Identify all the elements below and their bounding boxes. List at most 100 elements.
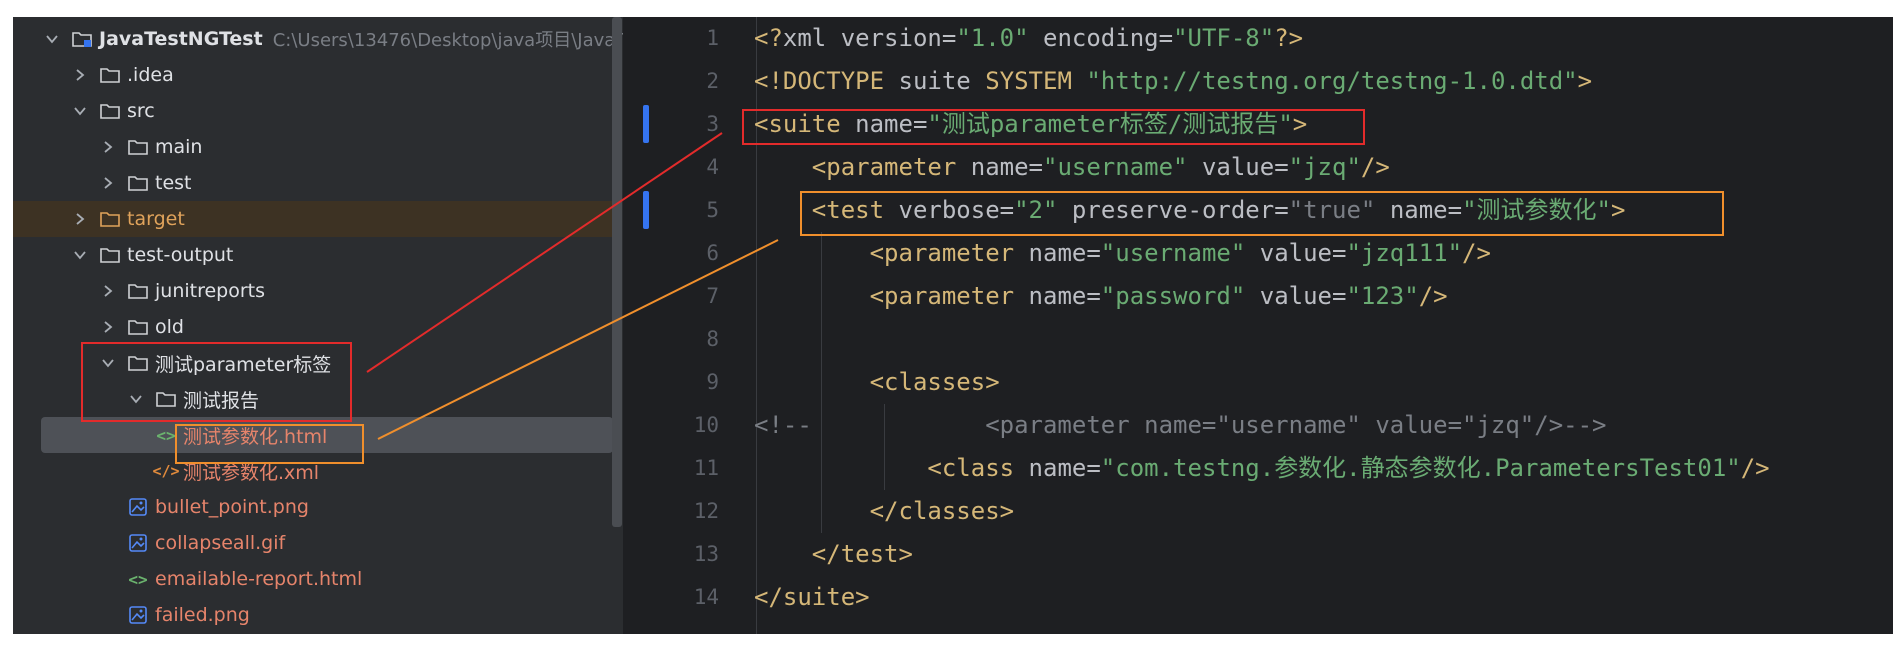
code-token: > xyxy=(1577,67,1593,95)
change-marker[interactable] xyxy=(643,191,649,229)
code-line[interactable]: <!-- <parameter name="username" value="j… xyxy=(754,404,1607,447)
code-token: /> xyxy=(1418,282,1448,310)
tree-item-label: target xyxy=(127,208,185,230)
code-token: "http://testng.org/testng-1.0.dtd" xyxy=(1086,67,1578,95)
code-line[interactable]: <?xml version="1.0" encoding="UTF-8"?> xyxy=(754,17,1303,60)
code-token: value xyxy=(1187,153,1275,181)
html-file-annotation-box xyxy=(175,424,364,464)
code-token: <? xyxy=(754,24,783,52)
tree-item[interactable]: bullet_point.png xyxy=(13,489,613,525)
chevron-right-icon[interactable] xyxy=(99,320,117,334)
line-number: 4 xyxy=(706,155,719,179)
suite-name-annotation-box xyxy=(742,109,1365,145)
code-token: = xyxy=(1332,239,1347,267)
tree-item-label: bullet_point.png xyxy=(155,496,309,518)
tree-scrollbar[interactable] xyxy=(612,17,622,527)
code-token: "jzq" xyxy=(1288,153,1361,181)
tree-item[interactable]: target xyxy=(13,201,613,237)
code-line[interactable]: <parameter name="password" value="123"/> xyxy=(754,275,1448,318)
tree-item[interactable]: old xyxy=(13,309,613,345)
line-number: 9 xyxy=(706,370,719,394)
code-token: <classes> xyxy=(869,368,1000,396)
code-line[interactable]: <parameter name="username" value="jzq"/> xyxy=(754,146,1390,189)
code-line[interactable]: <parameter name="username" value="jzq111… xyxy=(754,232,1491,275)
code-token: "123" xyxy=(1346,282,1419,310)
tree-item[interactable]: src xyxy=(13,93,613,129)
code-token: = xyxy=(1028,153,1043,181)
tree-item[interactable]: test-output xyxy=(13,237,613,273)
code-token: = xyxy=(1274,153,1289,181)
chevron-right-icon[interactable] xyxy=(99,140,117,154)
code-token: SYSTEM xyxy=(985,67,1087,95)
project-tree: JavaTestNGTest C:\Users\13476\Desktop\jav… xyxy=(13,17,651,634)
tree-item-label: collapseall.gif xyxy=(155,532,286,554)
code-line[interactable]: <classes> xyxy=(754,361,1000,404)
code-token: /> xyxy=(1462,239,1491,267)
chevron-right-icon[interactable] xyxy=(99,176,117,190)
code-token: /> xyxy=(1740,454,1770,482)
tree-item[interactable]: failed.png xyxy=(13,597,613,633)
folder-icon xyxy=(99,101,121,121)
html-file-icon: <> xyxy=(128,569,148,589)
project-path: C:\Users\13476\Desktop\java项目\JavaTest xyxy=(272,30,651,51)
code-token: = xyxy=(1086,239,1101,267)
chevron-right-icon[interactable] xyxy=(71,68,89,82)
chevron-down-icon[interactable] xyxy=(71,248,89,262)
code-token: "username" xyxy=(1043,153,1188,181)
folder-icon xyxy=(127,173,149,193)
chevron-down-icon[interactable] xyxy=(71,104,89,118)
code-line[interactable]: </classes> xyxy=(754,490,1015,533)
code-token: <!DOCTYPE xyxy=(754,67,899,95)
tree-item[interactable]: <> emailable-report.html xyxy=(13,561,613,597)
tree-item-label: test xyxy=(155,172,192,194)
code-token: <parameter xyxy=(869,239,1029,267)
test-name-annotation-box xyxy=(800,191,1724,236)
code-token: "jzq111" xyxy=(1346,239,1463,267)
code-token: <!-- <parameter name="username" value="j… xyxy=(754,411,1607,439)
code-line[interactable]: </suite> xyxy=(754,576,870,619)
chevron-right-icon[interactable] xyxy=(99,284,117,298)
code-token: <class xyxy=(927,454,1029,482)
code-token: <parameter xyxy=(811,153,971,181)
code-token: = xyxy=(1086,454,1101,482)
tree-item-label: failed.png xyxy=(155,604,250,626)
line-number: 1 xyxy=(706,26,719,50)
chevron-down-icon[interactable] xyxy=(43,32,61,46)
folder-icon xyxy=(127,137,149,157)
tree-item-label: old xyxy=(155,316,184,338)
line-number: 2 xyxy=(706,69,719,93)
tree-item-label: main xyxy=(155,136,203,158)
html-file-icon: <> xyxy=(156,425,176,445)
folder-icon xyxy=(99,65,121,85)
code-line[interactable]: </test> xyxy=(754,533,913,576)
tree-item[interactable]: junitreports xyxy=(13,273,613,309)
code-token: </classes> xyxy=(869,497,1015,525)
xml-file-icon: </> xyxy=(152,462,180,480)
code-token: </test> xyxy=(811,540,913,568)
line-number: 11 xyxy=(693,456,719,480)
line-number: 12 xyxy=(693,499,719,523)
tree-item-label: JavaTestNGTest xyxy=(99,28,263,50)
chevron-right-icon[interactable] xyxy=(71,212,89,226)
image-file-icon xyxy=(127,605,149,625)
code-token: value xyxy=(1245,239,1332,267)
code-token: = xyxy=(1332,282,1347,310)
code-token: name xyxy=(1028,454,1087,482)
code-line[interactable]: <!DOCTYPE suite SYSTEM "http://testng.or… xyxy=(754,60,1592,103)
code-line[interactable]: <class name="com.testng.参数化.静态参数化.Parame… xyxy=(754,447,1770,490)
change-marker[interactable] xyxy=(643,105,649,143)
tree-item[interactable]: main xyxy=(13,129,613,165)
tree-item[interactable]: JavaTestNGTest C:\Users\13476\Desktop\jav… xyxy=(13,21,651,57)
folder-icon xyxy=(127,281,149,301)
folder-icon xyxy=(99,245,121,265)
code-token: ?> xyxy=(1274,24,1304,52)
tree-item[interactable]: test xyxy=(13,165,613,201)
code-token: = xyxy=(1086,282,1101,310)
tree-item[interactable]: .idea xyxy=(13,57,613,93)
tree-item[interactable]: collapseall.gif xyxy=(13,525,613,561)
line-number: 8 xyxy=(706,327,719,351)
code-token: /> xyxy=(1360,153,1390,181)
